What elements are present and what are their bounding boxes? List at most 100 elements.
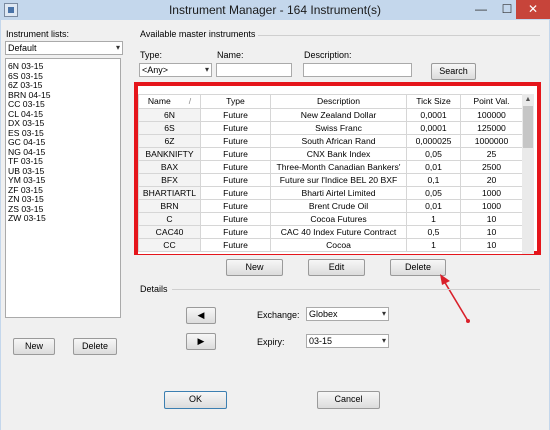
table-cell: CAC40 [138,225,201,239]
table-cell: BFX [138,173,201,187]
table-cell: 1 [406,212,461,226]
description-input[interactable] [303,63,412,77]
table-row[interactable]: CC Future Cocoa 1 10 [138,238,522,252]
exchange-value: Globex [309,309,338,319]
chevron-down-icon: ▾ [204,65,209,74]
table-cell: Future [200,108,271,122]
table-cell: C [138,212,201,226]
table-row[interactable]: BANKNIFTY Future CNX Bank Index 0,05 25 [138,147,522,161]
name-label: Name: [217,50,244,60]
scroll-up-icon[interactable]: ▲ [522,94,534,105]
table-cell: 2500 [460,160,522,174]
table-cell: Future [200,173,271,187]
next-button[interactable]: ▶ [186,333,216,350]
table-cell: 6Z [138,134,201,148]
table-cell: 25 [460,147,522,161]
table-row[interactable]: C Future Cocoa Futures 1 10 [138,212,522,226]
column-header-tick-size[interactable]: Tick Size [406,94,461,109]
instrument-list-select[interactable]: Default ▾ [5,41,123,55]
column-header-label: Type [226,96,245,106]
table-cell: 10 [460,212,522,226]
table-cell: South African Rand [270,134,407,148]
table-cell: 100000 [460,108,522,122]
list-item[interactable]: 6N 03-15 [8,62,43,71]
list-item[interactable]: GC 04-15 [8,138,45,147]
table-row[interactable]: BRN Future Brent Crude Oil 0,01 1000 [138,199,522,213]
table-cell: CAC 40 Index Future Contract [270,225,407,239]
list-item[interactable]: ZN 03-15 [8,195,44,204]
table-row[interactable]: BFX Future Future sur l'Indice BEL 20 BXF 0… [138,173,522,187]
ok-button[interactable]: OK [164,391,227,409]
table-cell: New Zealand Dollar [270,108,407,122]
column-header-name[interactable]: Name / [138,94,201,109]
list-item[interactable]: YM 03-15 [8,176,45,185]
type-label: Type: [140,50,163,60]
instrument-lists-label: Instrument lists: [6,29,70,39]
minimize-button[interactable]: — [468,0,494,19]
annotation-arrow-icon [440,274,470,323]
exchange-select[interactable]: Globex ▾ [306,307,389,321]
table-cell: 10 [460,238,522,252]
table-cell: Swiss Franc [270,121,407,135]
column-header-label: Point Val. [473,96,510,106]
arrow-right-icon: ▶ [197,336,205,346]
table-cell: BAX [138,160,201,174]
list-item[interactable]: DX 03-15 [8,119,44,128]
table-cell: Future [200,199,271,213]
instrument-new-button[interactable]: New [226,259,283,276]
table-cell: 125000 [460,121,522,135]
table-cell: CNX Bank Index [270,147,407,161]
column-header-description[interactable]: Description [270,94,407,109]
table-row[interactable]: CAC40 Future CAC 40 Index Future Contract 0… [138,225,522,239]
table-cell: Brent Crude Oil [270,199,407,213]
table-row[interactable]: BHARTIARTL Future Bharti Airtel Limited 0,0… [138,186,522,200]
table-cell: Future [200,212,271,226]
table-row[interactable]: 6Z Future South African Rand 0,000025 100000… [138,134,522,148]
table-row[interactable]: BAX Future Three-Month Canadian Bankers' 0,… [138,160,522,174]
table-cell: 0,05 [406,147,461,161]
table-cell: Future sur l'Indice BEL 20 BXF [270,173,407,187]
type-select[interactable]: <Any> ▾ [139,63,212,77]
table-cell: 0,1 [406,173,461,187]
previous-button[interactable]: ◀ [186,307,216,324]
table-cell: Cocoa Futures [270,212,407,226]
sort-indicator-icon: / [188,96,192,106]
search-button[interactable]: Search [431,63,476,80]
list-item[interactable]: CC 03-15 [8,100,45,109]
name-input[interactable] [216,63,292,77]
table-cell: Future [200,134,271,148]
table-cell: 10 [460,225,522,239]
instrument-edit-button[interactable]: Edit [308,259,365,276]
close-button[interactable]: ✕ [516,0,550,19]
list-item[interactable]: ZW 03-15 [8,214,46,223]
table-cell: 0,01 [406,199,461,213]
table-cell: BANKNIFTY [138,147,201,161]
list-item[interactable]: TF 03-15 [8,157,43,166]
table-row[interactable]: 6S Future Swiss Franc 0,0001 125000 [138,121,522,135]
cancel-button[interactable]: Cancel [317,391,380,409]
details-divider [172,289,540,290]
chevron-down-icon: ▾ [381,309,386,318]
column-header-label: Name [147,96,171,106]
list-item[interactable]: 6Z 03-15 [8,81,42,90]
scrollbar-thumb[interactable] [523,106,533,148]
list-delete-button[interactable]: Delete [73,338,117,355]
list-new-button[interactable]: New [13,338,55,355]
table-cell: 1000 [460,186,522,200]
column-header-point-value[interactable]: Point Val. [460,94,522,109]
arrow-left-icon: ◀ [197,310,205,320]
table-cell: 1 [406,238,461,252]
expiry-label: Expiry: [257,337,285,347]
table-cell: Cocoa [270,238,407,252]
column-header-label: Tick Size [416,96,451,106]
instrument-table[interactable]: Name / Type Description Tick Size Point Val. … [138,94,522,254]
table-cell: BRN [138,199,201,213]
table-cell: 0,05 [406,186,461,200]
table-row[interactable]: 6N Future New Zealand Dollar 0,0001 100000 [138,108,522,122]
chevron-down-icon: ▾ [115,43,120,52]
expiry-select[interactable]: 03-15 ▾ [306,334,389,348]
table-cell: 0,0001 [406,121,461,135]
column-header-type[interactable]: Type [200,94,271,109]
table-cell: Future [200,121,271,135]
table-cell: Future [200,160,271,174]
